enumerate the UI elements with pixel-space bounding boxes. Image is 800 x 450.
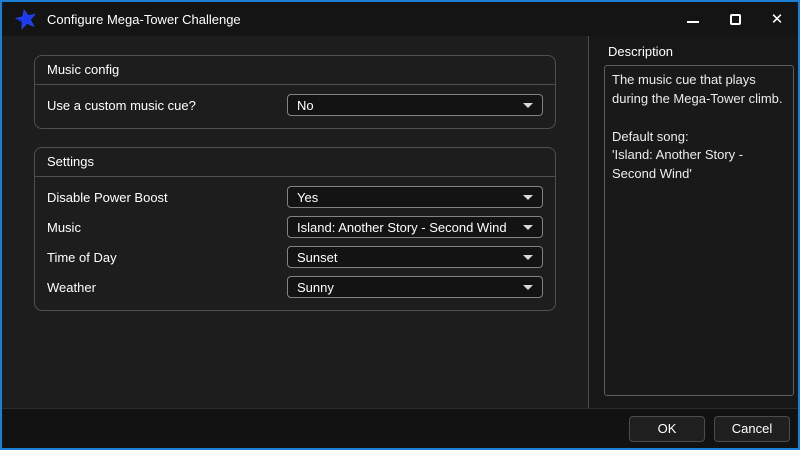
close-icon: ✕: [770, 10, 784, 28]
window-controls: ✕: [672, 2, 798, 36]
settings-panel: Music config Use a custom music cue? No …: [2, 36, 589, 408]
disable-power-boost-dropdown[interactable]: Yes: [287, 186, 543, 208]
chevron-down-icon: [523, 224, 533, 230]
description-title: Description: [608, 44, 674, 59]
row-time-of-day: Time of Day Sunset: [47, 242, 543, 272]
window-title: Configure Mega-Tower Challenge: [47, 11, 241, 27]
row-label: Disable Power Boost: [47, 189, 168, 205]
row-music: Music Island: Another Story - Second Win…: [47, 212, 543, 242]
app-star-icon: [14, 7, 38, 31]
chevron-down-icon: [523, 194, 533, 200]
group-title: Music config: [35, 56, 555, 85]
chevron-down-icon: [523, 284, 533, 290]
row-custom-music-cue: Use a custom music cue? No: [47, 90, 543, 120]
maximize-button[interactable]: [714, 2, 756, 36]
close-button[interactable]: ✕: [756, 2, 798, 36]
custom-music-cue-dropdown[interactable]: No: [287, 94, 543, 116]
group-body: Disable Power Boost Yes Music Island: An…: [35, 177, 555, 310]
row-disable-power-boost: Disable Power Boost Yes: [47, 182, 543, 212]
minimize-button[interactable]: [672, 2, 714, 36]
row-label: Weather: [47, 279, 96, 295]
dropdown-value: Island: Another Story - Second Wind: [297, 219, 507, 235]
row-weather: Weather Sunny: [47, 272, 543, 302]
description-panel: Description The music cue that plays dur…: [590, 36, 798, 408]
dropdown-value: Sunny: [297, 279, 334, 295]
group-settings: Settings Disable Power Boost Yes Music I…: [34, 147, 556, 311]
dropdown-value: Sunset: [297, 249, 338, 265]
cancel-button[interactable]: Cancel: [714, 415, 790, 442]
dropdown-value: Yes: [297, 189, 319, 205]
row-label: Music: [47, 219, 81, 235]
maximize-icon: [729, 13, 741, 25]
group-body: Use a custom music cue? No: [35, 85, 555, 128]
button-bar: OK Cancel: [2, 408, 798, 448]
music-dropdown[interactable]: Island: Another Story - Second Wind: [287, 216, 543, 238]
chevron-down-icon: [523, 102, 533, 108]
chevron-down-icon: [523, 254, 533, 260]
time-of-day-dropdown[interactable]: Sunset: [287, 246, 543, 268]
weather-dropdown[interactable]: Sunny: [287, 276, 543, 298]
ok-button[interactable]: OK: [629, 415, 705, 442]
dialog-window: Configure Mega-Tower Challenge ✕ Music c…: [0, 0, 800, 450]
title-bar: Configure Mega-Tower Challenge ✕: [2, 2, 798, 36]
row-label: Use a custom music cue?: [47, 97, 196, 113]
description-text: The music cue that plays during the Mega…: [604, 65, 794, 396]
dropdown-value: No: [297, 97, 314, 113]
row-label: Time of Day: [47, 249, 117, 265]
group-title: Settings: [35, 148, 555, 177]
minimize-icon: [687, 21, 699, 23]
group-music-config: Music config Use a custom music cue? No: [34, 55, 556, 129]
